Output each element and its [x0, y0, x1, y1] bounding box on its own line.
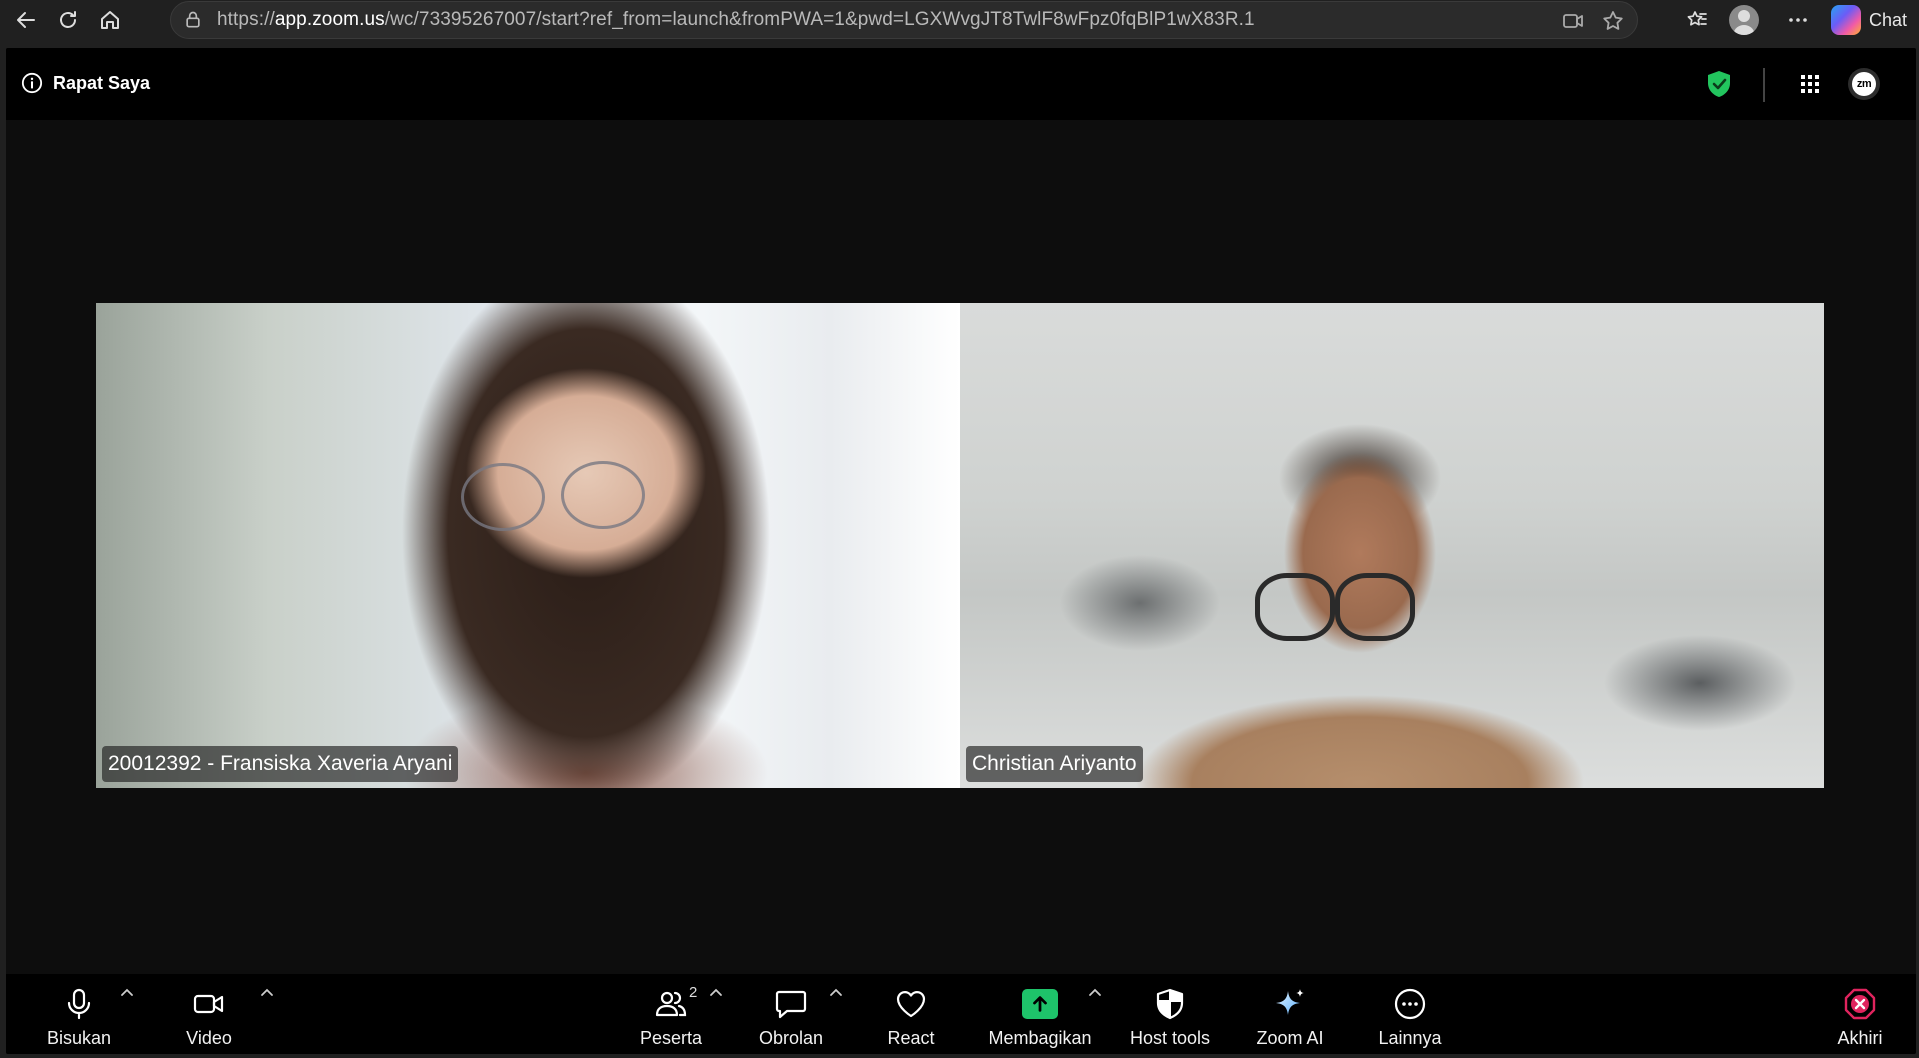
zoom-ai-button[interactable]: Zoom AI	[1240, 974, 1340, 1054]
meeting-header: Rapat Saya zm	[6, 48, 1916, 120]
participants-options-caret[interactable]	[707, 984, 725, 1002]
home-icon	[101, 11, 119, 29]
copilot-chat-button[interactable]: Chat	[1830, 5, 1907, 35]
chevron-up-icon	[830, 988, 842, 996]
meeting-title: Rapat Saya	[53, 72, 151, 93]
mute-button[interactable]: Bisukan	[34, 974, 124, 1054]
home-button[interactable]	[96, 6, 124, 34]
share-label: Membagikan	[988, 1028, 1092, 1048]
zoom-meeting-window: Rapat Saya zm 20012392 - Fransiska Xaver…	[6, 48, 1916, 1054]
share-arrow-icon	[1022, 989, 1058, 1019]
back-button[interactable]	[12, 6, 40, 34]
chat-button[interactable]: Obrolan	[746, 974, 836, 1054]
chevron-up-icon	[261, 988, 273, 996]
address-bar[interactable]: https://app.zoom.us/wc/73395267007/start…	[170, 1, 1638, 39]
video-camera-icon	[193, 994, 224, 1014]
participant-glasses-shape	[561, 461, 645, 529]
mute-label: Bisukan	[46, 1028, 112, 1048]
participant-name-tag: Christian Ariyanto	[966, 746, 1143, 782]
video-label: Video	[186, 1028, 232, 1048]
participants-label: Peserta	[639, 1028, 703, 1048]
participant-glasses-shape	[1255, 573, 1335, 641]
refresh-button[interactable]	[54, 6, 82, 34]
participant-video-tile[interactable]: 20012392 - Fransiska Xaveria Aryani	[96, 303, 960, 788]
chevron-up-icon	[1089, 988, 1101, 996]
refresh-icon	[60, 11, 76, 28]
react-button[interactable]: React	[866, 974, 956, 1054]
share-screen-button[interactable]: Membagikan	[980, 974, 1100, 1054]
sparkle-icon	[1276, 989, 1304, 1015]
video-gallery: 20012392 - Fransiska Xaveria Aryani Chri…	[96, 303, 1825, 788]
profile-button[interactable]	[1717, 5, 1771, 35]
copilot-icon	[1830, 5, 1861, 35]
share-options-caret[interactable]	[1086, 984, 1104, 1002]
camera-permission-icon[interactable]	[1561, 9, 1585, 33]
encryption-shield-icon[interactable]	[1706, 70, 1732, 98]
zoom-account-avatar[interactable]: zm	[1848, 68, 1880, 100]
arrow-left-icon	[17, 12, 35, 28]
react-label: React	[887, 1028, 935, 1048]
favorites-button[interactable]	[1677, 8, 1717, 32]
profile-avatar-icon	[1728, 5, 1759, 35]
star-icon[interactable]	[1601, 9, 1625, 33]
copilot-chat-label: Chat	[1868, 9, 1907, 30]
zm-logo-icon: zm	[1852, 72, 1876, 96]
end-label: Akhiri	[1837, 1028, 1883, 1048]
end-x-icon	[1844, 988, 1876, 1020]
meeting-controls-bar: Bisukan Video Peserta 2 Obrolan React Me…	[6, 974, 1916, 1054]
ellipsis-icon	[1789, 18, 1807, 22]
more-label: Lainnya	[1378, 1028, 1442, 1048]
more-button[interactable]: Lainnya	[1360, 974, 1460, 1054]
chat-options-caret[interactable]	[827, 984, 845, 1002]
more-ellipsis-icon	[1394, 988, 1426, 1020]
header-divider	[1763, 68, 1765, 102]
browser-toolbar: https://app.zoom.us/wc/73395267007/start…	[0, 0, 1919, 40]
participant-glasses-shape	[1335, 573, 1415, 641]
chat-bubble-icon	[775, 990, 807, 1019]
microphone-icon	[67, 988, 91, 1020]
end-meeting-button[interactable]: Akhiri	[1820, 974, 1900, 1054]
video-options-caret[interactable]	[258, 984, 276, 1002]
video-button[interactable]: Video	[164, 974, 254, 1054]
apps-grid-icon[interactable]	[1800, 74, 1820, 94]
host-tools-button[interactable]: Host tools	[1120, 974, 1220, 1054]
chevron-up-icon	[121, 988, 133, 996]
zoom-ai-label: Zoom AI	[1256, 1028, 1324, 1048]
heart-icon	[896, 991, 926, 1018]
info-icon	[21, 72, 43, 94]
audio-options-caret[interactable]	[118, 984, 136, 1002]
participants-icon	[655, 991, 687, 1017]
lock-icon[interactable]	[183, 10, 203, 30]
favorites-icon	[1687, 11, 1707, 26]
meeting-info-button[interactable]: Rapat Saya	[21, 72, 150, 94]
host-tools-label: Host tools	[1129, 1028, 1211, 1048]
more-menu-button[interactable]	[1771, 8, 1825, 32]
participant-glasses-shape	[461, 463, 545, 531]
chevron-up-icon	[710, 988, 722, 996]
participants-button[interactable]: Peserta	[626, 974, 716, 1054]
participants-count: 2	[689, 984, 698, 1001]
url-text[interactable]: https://app.zoom.us/wc/73395267007/start…	[217, 9, 1255, 31]
participant-name-tag: 20012392 - Fransiska Xaveria Aryani	[102, 746, 459, 782]
chat-label: Obrolan	[758, 1028, 824, 1048]
host-shield-icon	[1156, 988, 1184, 1020]
participant-video-tile[interactable]: Christian Ariyanto	[960, 303, 1824, 788]
